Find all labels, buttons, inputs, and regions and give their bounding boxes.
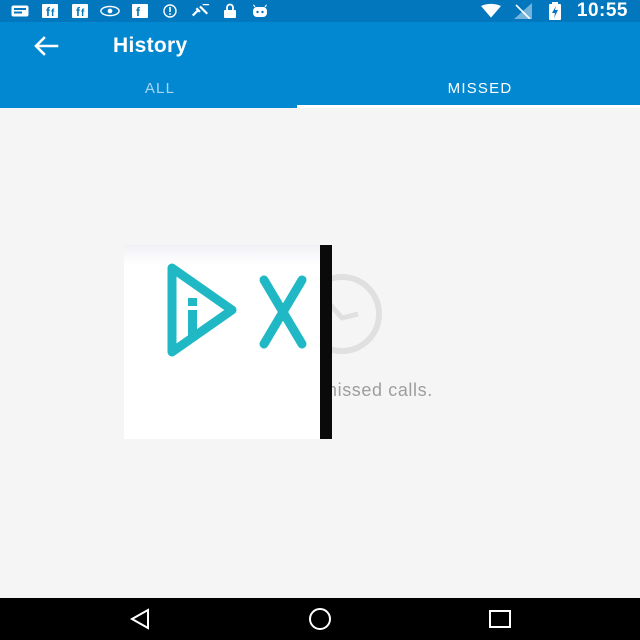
facebook-icon: ff [70,4,90,18]
clock-time: 10:55 [576,0,628,21]
empty-state-message: missed calls. [322,380,433,400]
tab-all[interactable]: ALL [0,72,320,108]
battery-charging-icon [545,2,565,20]
nav-back-button[interactable] [120,606,160,632]
notification-icons: ff ff f [10,2,270,20]
info-icon [160,4,180,18]
facebook-icon: f [130,4,150,18]
dx-logo-icon [167,263,307,357]
facebook-icon: ff [40,4,60,18]
satellite-icon [190,4,210,18]
back-button[interactable] [26,32,66,60]
back-triangle-icon [129,608,149,630]
wifi-icon [480,3,501,18]
arrow-back-icon [34,36,59,56]
message-icon [10,4,30,18]
recents-square-icon [489,610,511,628]
nav-recents-button[interactable] [480,606,520,632]
android-icon [250,4,270,18]
overlay-divider [320,245,332,439]
nav-home-button[interactable] [300,606,340,632]
navigation-bar [0,598,640,640]
page-title: History [113,34,188,57]
system-indicators: 10:55 [480,0,628,22]
tab-missed[interactable]: MISSED [320,72,640,108]
tab-bar: ALL MISSED [0,72,640,108]
app-bar: History ALL MISSED [0,22,640,108]
lock-icon [220,3,240,18]
status-bar: ff ff f 10:55 [0,0,640,22]
no-signal-icon [513,3,533,19]
home-circle-icon [309,608,331,630]
eye-icon [100,4,120,18]
